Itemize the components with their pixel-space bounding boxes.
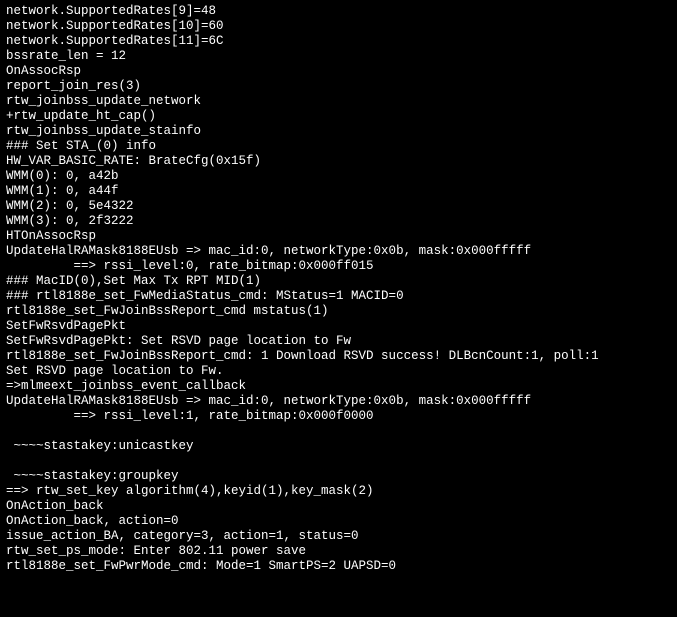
log-line: bssrate_len = 12: [6, 49, 671, 64]
log-line: SetFwRsvdPagePkt: Set RSVD page location…: [6, 334, 671, 349]
log-line: network.SupportedRates[9]=48: [6, 4, 671, 19]
log-line: HTOnAssocRsp: [6, 229, 671, 244]
log-line: ==> rssi_level:0, rate_bitmap:0x000ff015: [6, 259, 671, 274]
log-line: =>mlmeext_joinbss_event_callback: [6, 379, 671, 394]
log-line: ~~~~stastakey:unicastkey: [6, 439, 671, 454]
log-line: ~~~~stastakey:groupkey: [6, 469, 671, 484]
log-line: issue_action_BA, category=3, action=1, s…: [6, 529, 671, 544]
log-line: WMM(0): 0, a42b: [6, 169, 671, 184]
log-line: [6, 424, 671, 439]
log-line: OnAction_back: [6, 499, 671, 514]
log-line: UpdateHalRAMask8188EUsb => mac_id:0, net…: [6, 244, 671, 259]
terminal-output: network.SupportedRates[9]=48network.Supp…: [0, 0, 677, 578]
log-line: +rtw_update_ht_cap(): [6, 109, 671, 124]
log-line: HW_VAR_BASIC_RATE: BrateCfg(0x15f): [6, 154, 671, 169]
log-line: network.SupportedRates[10]=60: [6, 19, 671, 34]
log-line: report_join_res(3): [6, 79, 671, 94]
log-line: SetFwRsvdPagePkt: [6, 319, 671, 334]
log-line: OnAssocRsp: [6, 64, 671, 79]
log-line: UpdateHalRAMask8188EUsb => mac_id:0, net…: [6, 394, 671, 409]
log-line: ==> rssi_level:1, rate_bitmap:0x000f0000: [6, 409, 671, 424]
log-line: Set RSVD page location to Fw.: [6, 364, 671, 379]
log-line: rtw_joinbss_update_network: [6, 94, 671, 109]
log-line: rtl8188e_set_FwPwrMode_cmd: Mode=1 Smart…: [6, 559, 671, 574]
log-line: WMM(3): 0, 2f3222: [6, 214, 671, 229]
log-line: OnAction_back, action=0: [6, 514, 671, 529]
log-line: ### Set STA_(0) info: [6, 139, 671, 154]
log-line: [6, 454, 671, 469]
log-line: rtw_joinbss_update_stainfo: [6, 124, 671, 139]
log-line: WMM(1): 0, a44f: [6, 184, 671, 199]
log-line: network.SupportedRates[11]=6C: [6, 34, 671, 49]
log-line: ==> rtw_set_key algorithm(4),keyid(1),ke…: [6, 484, 671, 499]
log-line: rtw_set_ps_mode: Enter 802.11 power save: [6, 544, 671, 559]
log-line: WMM(2): 0, 5e4322: [6, 199, 671, 214]
log-line: rtl8188e_set_FwJoinBssReport_cmd mstatus…: [6, 304, 671, 319]
log-line: rtl8188e_set_FwJoinBssReport_cmd: 1 Down…: [6, 349, 671, 364]
log-line: ### rtl8188e_set_FwMediaStatus_cmd: MSta…: [6, 289, 671, 304]
log-line: ### MacID(0),Set Max Tx RPT MID(1): [6, 274, 671, 289]
